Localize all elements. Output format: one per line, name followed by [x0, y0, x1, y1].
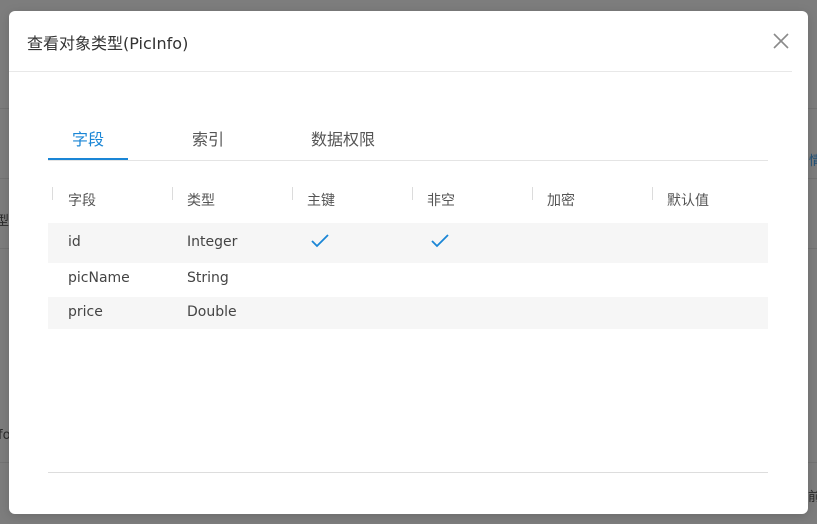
table-row[interactable]: id Integer [48, 223, 768, 263]
column-header-not-null: 非空 [427, 193, 455, 209]
check-icon [431, 234, 449, 248]
close-button[interactable] [771, 31, 791, 51]
table-bottom-divider [48, 472, 768, 473]
close-icon [773, 33, 789, 49]
dialog-header: 查看对象类型(PicInfo) [9, 11, 792, 72]
tab-fields[interactable]: 字段 [72, 126, 104, 150]
table-header: 字段 类型 主键 非空 加密 默认值 [48, 181, 768, 223]
column-separator [172, 187, 173, 200]
view-object-type-dialog: 查看对象类型(PicInfo) 字段 索引 数据权限 字段 类型 主键 非空 加… [9, 11, 808, 514]
dialog-title: 查看对象类型(PicInfo) [27, 34, 189, 53]
column-separator [292, 187, 293, 200]
table-row[interactable]: picName String [48, 263, 768, 297]
cell-type: String [187, 270, 229, 286]
column-header-primary-key: 主键 [307, 193, 335, 209]
active-tab-indicator [48, 158, 128, 160]
column-header-type: 类型 [187, 193, 215, 209]
cell-field: id [68, 234, 81, 250]
column-header-default-value: 默认值 [667, 193, 709, 209]
table-row[interactable]: price Double [48, 297, 768, 329]
column-header-field: 字段 [68, 193, 96, 209]
background-text: 型 [0, 214, 10, 229]
column-separator [532, 187, 533, 200]
column-separator [652, 187, 653, 200]
check-icon [311, 234, 329, 248]
cell-field: price [68, 304, 103, 320]
column-separator [52, 187, 53, 200]
fields-table: 字段 类型 主键 非空 加密 默认值 id Integer picName St… [48, 181, 768, 329]
background-text: 前 [808, 490, 817, 505]
cell-type: Integer [187, 234, 238, 250]
column-separator [412, 187, 413, 200]
column-header-encrypted: 加密 [547, 193, 575, 209]
cell-type: Double [187, 304, 237, 320]
tab-indexes[interactable]: 索引 [192, 126, 224, 150]
tab-data-permissions[interactable]: 数据权限 [311, 126, 375, 150]
cell-field: picName [68, 270, 130, 286]
tab-bar: 字段 索引 数据权限 [48, 118, 768, 161]
background-link: 情 [809, 154, 817, 169]
